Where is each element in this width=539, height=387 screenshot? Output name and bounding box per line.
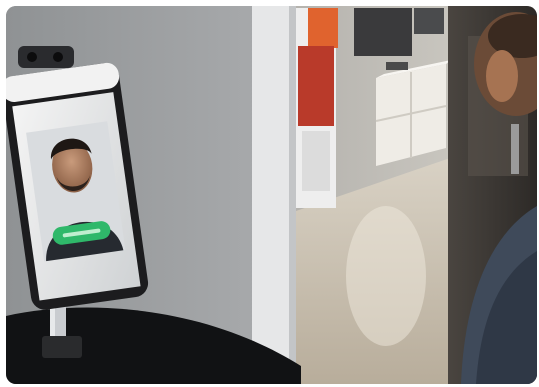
camera-module [18, 46, 74, 68]
photo-frame [6, 6, 537, 384]
door-handle [511, 124, 519, 174]
kiosk-photo [6, 6, 537, 384]
wall-screen [354, 8, 412, 56]
